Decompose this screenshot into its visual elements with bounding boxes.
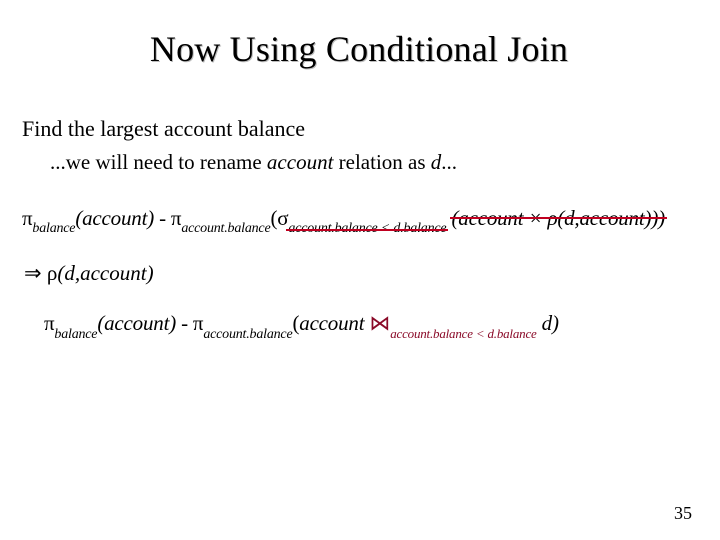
join-sub: account.balance < d.balance — [390, 326, 536, 341]
f1-acc-1-inner: account — [82, 206, 147, 230]
cond-rhs-2: d.balance — [487, 326, 536, 341]
f3-acc-2: account — [299, 311, 364, 335]
pi-sub-4: account.balance — [203, 327, 292, 342]
sub-prefix: ...we will need to rename — [50, 150, 267, 174]
pi-sub-3: balance — [54, 327, 97, 342]
pi-sub-1: balance — [32, 221, 75, 236]
lt-1: < — [381, 221, 390, 236]
minus-2: - — [181, 311, 188, 335]
formula-3: πbalance(account) - πaccount.balance(acc… — [44, 309, 696, 342]
lt-2: < — [476, 326, 485, 341]
f1-strike-tail: (account × ρ(d,account))) — [452, 204, 665, 232]
minus-1: - — [159, 206, 166, 230]
f1-acc-1: (account) — [75, 206, 154, 230]
page-number: 35 — [674, 503, 692, 524]
sub-ital-2: d — [431, 150, 442, 174]
cond-lhs-1: account.balance — [288, 221, 377, 236]
sigma-sub-strike: account.balance < d.balance — [288, 220, 446, 239]
f3-tail: d) — [537, 311, 559, 335]
slide: Now Using Conditional Join Find the larg… — [0, 0, 720, 540]
sub-suffix: ... — [441, 150, 457, 174]
slide-title: Now Using Conditional Join — [22, 28, 696, 70]
sub-ital-1: account — [267, 150, 333, 174]
join-symbol: ⋈ — [369, 311, 390, 335]
f3-acc-1-inner: account — [104, 311, 169, 335]
pi-symbol-3: π — [44, 311, 54, 335]
pi-symbol-4: π — [193, 311, 203, 335]
slide-body: Find the largest account balance ...we w… — [22, 114, 696, 343]
cond-rhs-1: d.balance — [393, 221, 446, 236]
implies-symbol: ⇒ — [24, 261, 42, 285]
sub-mid: relation as — [333, 150, 430, 174]
sub-text: ...we will need to rename account relati… — [50, 148, 696, 176]
rho-args: (d,account) — [57, 261, 153, 285]
sigma-symbol: σ — [277, 206, 288, 230]
formula-1: πbalance(account) - πaccount.balance(σac… — [22, 204, 696, 237]
cond-lhs-2: account.balance — [390, 326, 473, 341]
lead-text: Find the largest account balance — [22, 114, 696, 144]
pi-symbol: π — [22, 206, 32, 230]
pi-sub-2: account.balance — [181, 221, 270, 236]
rho-symbol: ρ — [47, 261, 57, 285]
pi-symbol-2: π — [171, 206, 181, 230]
formula-2: ⇒ ρ(d,account) — [24, 259, 696, 287]
f3-acc-1: (account) — [97, 311, 176, 335]
